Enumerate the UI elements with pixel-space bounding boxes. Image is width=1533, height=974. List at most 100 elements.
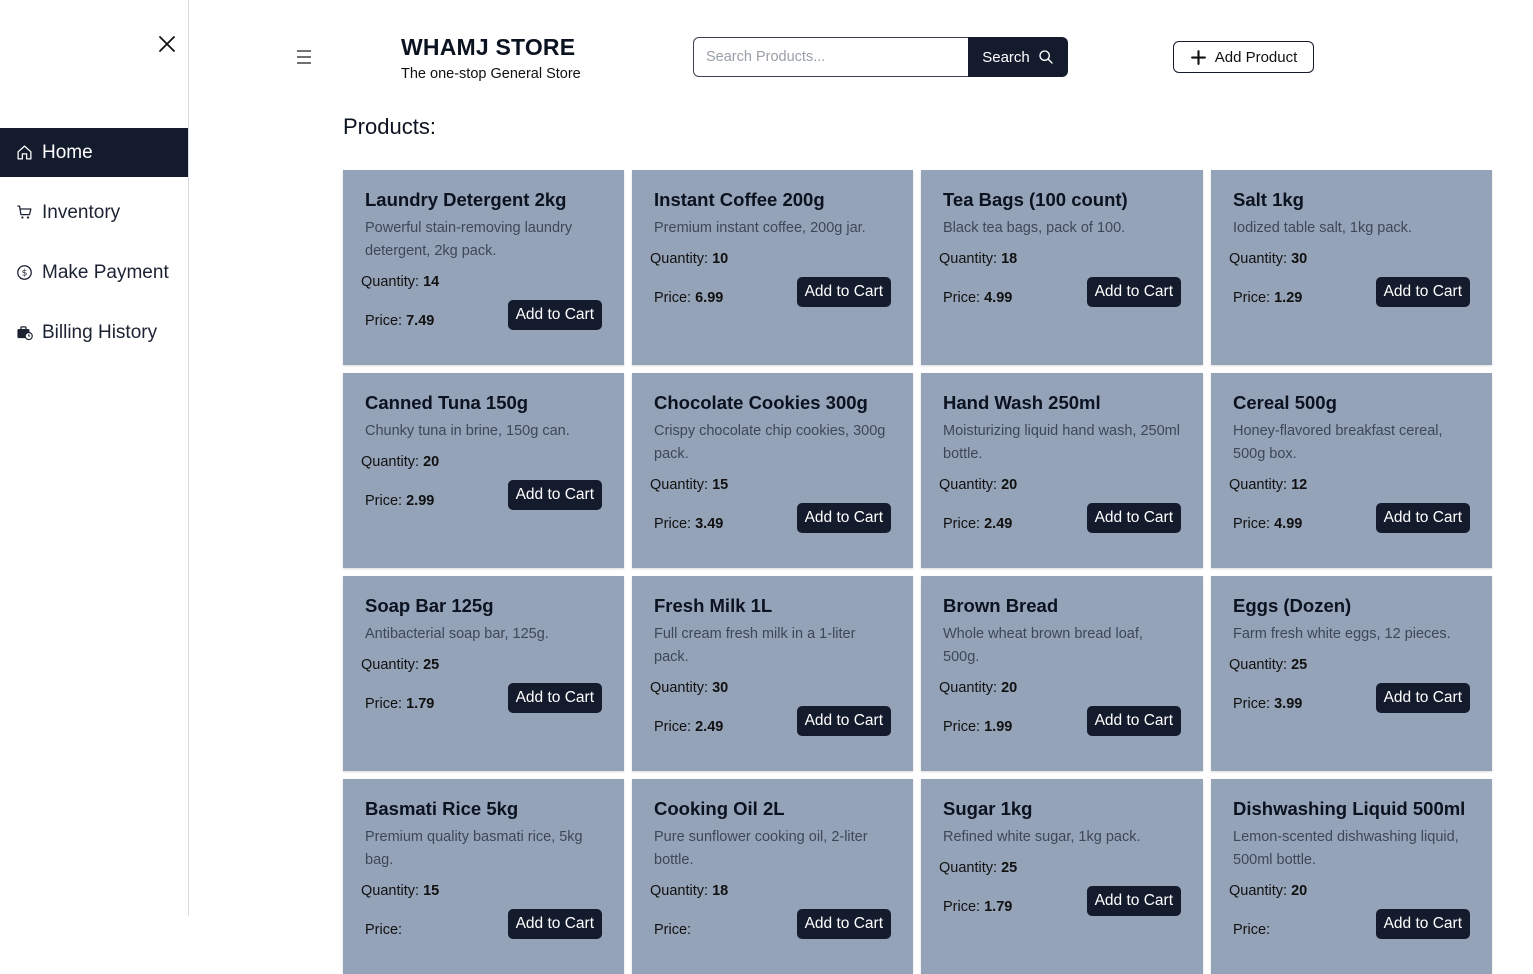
quantity-label: Quantity:: [1229, 477, 1288, 493]
add-to-cart-button[interactable]: Add to Cart: [507, 909, 602, 939]
add-to-cart-button[interactable]: Add to Cart: [507, 683, 602, 713]
price-label: Price:: [365, 696, 403, 712]
price-value: 4.99: [984, 290, 1013, 306]
product-card: Sugar 1kg Refined white sugar, 1kg pack. Q…: [921, 779, 1203, 974]
product-price: Price: 6.99: [654, 290, 723, 306]
product-price: Price: 2.49: [654, 719, 723, 735]
sidebar-item-make-payment[interactable]: $ Make Payment: [0, 248, 188, 297]
quantity-label: Quantity:: [361, 454, 420, 470]
product-description: Powerful stain-removing laundry detergen…: [365, 220, 573, 259]
products-heading: Products:: [343, 114, 436, 139]
price-value: 1.99: [984, 719, 1013, 735]
price-label: Price:: [943, 719, 981, 735]
product-description: Premium quality basmati rice, 5kg bag.: [365, 829, 583, 868]
quantity-value: 12: [1291, 477, 1308, 493]
add-to-cart-button[interactable]: Add to Cart: [1375, 503, 1470, 533]
add-to-cart-button[interactable]: Add to Cart: [1086, 706, 1181, 736]
add-to-cart-button[interactable]: Add to Cart: [1375, 277, 1470, 307]
price-value: 3.49: [695, 516, 724, 532]
product-price: Price: 4.99: [943, 290, 1012, 306]
sidebar-item-inventory[interactable]: Inventory: [0, 188, 188, 237]
price-label: Price:: [365, 313, 403, 329]
sidebar-item-billing-history[interactable]: Billing History: [0, 308, 188, 357]
add-to-cart-button[interactable]: Add to Cart: [1086, 503, 1181, 533]
add-to-cart-button[interactable]: Add to Cart: [1375, 909, 1470, 939]
brand: WHAMJ STORE The one-stop General Store: [401, 34, 581, 82]
quantity-label: Quantity:: [939, 477, 998, 493]
product-card: Cooking Oil 2L Pure sunflower cooking oil…: [632, 779, 913, 974]
price-label: Price:: [943, 899, 981, 915]
product-card: Canned Tuna 150g Chunky tuna in brine, 15…: [343, 373, 624, 568]
add-to-cart-button[interactable]: Add to Cart: [1375, 683, 1470, 713]
product-footer: Price: 2.99 Add to Cart: [365, 480, 602, 510]
product-card: Salt 1kg Iodized table salt, 1kg pack. Qua…: [1211, 170, 1492, 365]
quantity-label: Quantity:: [650, 477, 709, 493]
price-label: Price:: [654, 290, 692, 306]
product-description: Antibacterial soap bar, 125g.: [365, 626, 549, 642]
cart-icon: [16, 204, 34, 222]
price-value: 1.29: [1274, 290, 1303, 306]
add-product-button[interactable]: Add Product: [1173, 41, 1314, 73]
product-card: Chocolate Cookies 300g Crispy chocolate c…: [632, 373, 913, 568]
product-quantity: Quantity: 20: [939, 477, 1181, 493]
quantity-value: 25: [1291, 657, 1308, 673]
search-button[interactable]: Search: [968, 37, 1068, 77]
search-input[interactable]: [693, 37, 968, 77]
price-label: Price:: [654, 922, 692, 938]
quantity-value: 25: [1001, 860, 1018, 876]
product-price: Price: 1.79: [943, 899, 1012, 915]
quantity-label: Quantity:: [361, 657, 420, 673]
price-label: Price:: [1233, 696, 1271, 712]
product-description: Honey-flavored breakfast cereal, 500g bo…: [1233, 423, 1443, 462]
add-to-cart-button[interactable]: Add to Cart: [1086, 886, 1181, 916]
add-to-cart-button[interactable]: Add to Cart: [507, 480, 602, 510]
quantity-label: Quantity:: [650, 883, 709, 899]
product-description: Pure sunflower cooking oil, 2-liter bott…: [654, 829, 868, 868]
product-footer: Price: 6.99 Add to Cart: [654, 277, 891, 307]
add-to-cart-button[interactable]: Add to Cart: [796, 503, 891, 533]
product-price: Price: 3.99: [1233, 696, 1302, 712]
product-card: Fresh Milk 1L Full cream fresh milk in a …: [632, 576, 913, 771]
product-footer: Price: 2.49 Add to Cart: [654, 706, 891, 736]
product-name: Basmati Rice 5kg: [365, 798, 519, 819]
close-sidebar-icon[interactable]: [155, 32, 179, 56]
plus-icon: [1190, 49, 1206, 65]
product-name: Tea Bags (100 count): [943, 189, 1128, 210]
product-name: Laundry Detergent 2kg: [365, 189, 567, 210]
add-to-cart-button[interactable]: Add to Cart: [796, 277, 891, 307]
quantity-label: Quantity:: [939, 680, 998, 696]
product-quantity: Quantity: 25: [1229, 657, 1470, 673]
add-to-cart-button[interactable]: Add to Cart: [1086, 277, 1181, 307]
product-description: Lemon-scented dishwashing liquid, 500ml …: [1233, 829, 1459, 868]
main-content: WHAMJ STORE The one-stop General Store S…: [189, 0, 1533, 974]
product-footer: Price: 4.99 Add to Cart: [943, 277, 1181, 307]
product-price: Price: 1.29: [1233, 290, 1302, 306]
product-footer: Price: Add to Cart: [365, 909, 602, 939]
add-to-cart-button[interactable]: Add to Cart: [796, 706, 891, 736]
quantity-value: 14: [423, 274, 440, 290]
product-name: Eggs (Dozen): [1233, 595, 1352, 616]
product-description: Whole wheat brown bread loaf, 500g.: [943, 626, 1143, 665]
sidebar-item-home[interactable]: Home: [0, 128, 188, 177]
product-name: Sugar 1kg: [943, 798, 1033, 819]
add-to-cart-button[interactable]: Add to Cart: [507, 300, 602, 330]
store-title: WHAMJ STORE: [401, 34, 576, 60]
product-price: Price: 3.49: [654, 516, 723, 532]
product-price: Price: 2.49: [943, 516, 1012, 532]
home-icon: [16, 144, 34, 162]
sidebar-item-label: Inventory: [42, 201, 121, 223]
product-card: Eggs (Dozen) Farm fresh white eggs, 12 pi…: [1211, 576, 1492, 771]
quantity-value: 15: [423, 883, 440, 899]
store-subtitle: The one-stop General Store: [401, 66, 581, 82]
quantity-label: Quantity:: [939, 860, 998, 876]
menu-icon[interactable]: [295, 48, 313, 66]
quantity-value: 20: [1291, 883, 1308, 899]
product-footer: Price: 4.99 Add to Cart: [1233, 503, 1470, 533]
search-bar: Search: [693, 37, 1068, 77]
add-to-cart-button[interactable]: Add to Cart: [796, 909, 891, 939]
product-footer: Price: Add to Cart: [1233, 909, 1470, 939]
quantity-value: 30: [1291, 251, 1308, 267]
quantity-value: 25: [423, 657, 440, 673]
product-description: Refined white sugar, 1kg pack.: [943, 829, 1141, 845]
sidebar-item-label: Billing History: [42, 321, 158, 343]
